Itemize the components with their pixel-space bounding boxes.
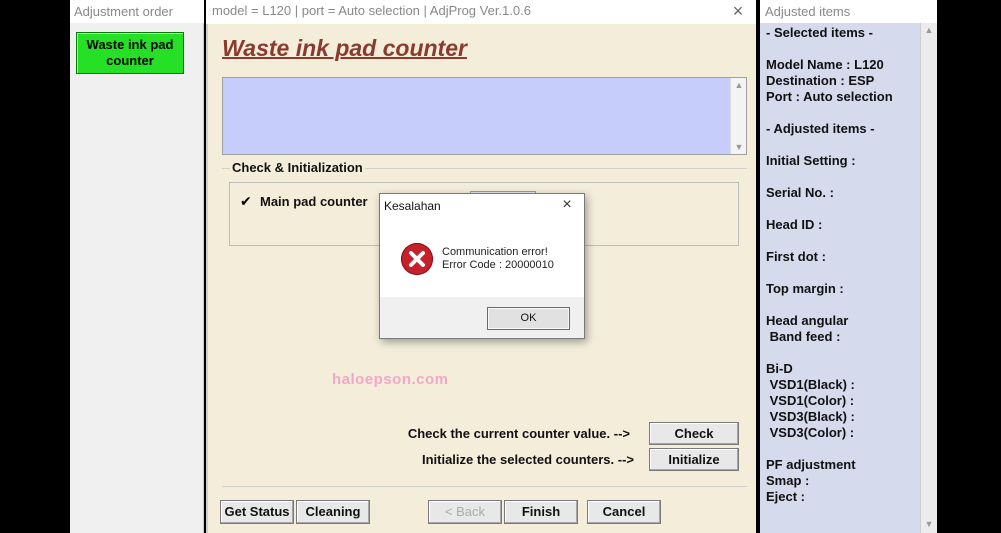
adjusted-line: - Selected items - bbox=[766, 25, 873, 40]
adjusted-line: Serial No. : bbox=[766, 185, 834, 200]
adjustment-item-waste-ink-pad[interactable]: Waste ink pad counter bbox=[76, 32, 184, 74]
info-display-box: ▲ ▼ bbox=[222, 77, 747, 155]
adjusted-items-scrollbar[interactable]: ▲ ▼ bbox=[920, 23, 937, 533]
error-dialog: Kesalahan × Communication error! Error C… bbox=[379, 193, 585, 339]
adjusted-line: VSD3(Color) : bbox=[766, 425, 855, 440]
adjusted-line: Top margin : bbox=[766, 281, 844, 296]
adjusted-line: Smap : bbox=[766, 473, 810, 488]
back-button[interactable]: < Back bbox=[428, 500, 502, 524]
adjusted-line: VSD1(Black) : bbox=[766, 377, 855, 392]
adjusted-line: VSD3(Black) : bbox=[766, 409, 855, 424]
scroll-up-icon[interactable]: ▲ bbox=[921, 23, 937, 37]
error-code: Error Code : 20000010 bbox=[442, 259, 554, 271]
adjusted-line: Eject : bbox=[766, 489, 806, 504]
adjusted-line: Model Name : L120 bbox=[766, 57, 884, 72]
info-scrollbar[interactable]: ▲ ▼ bbox=[730, 78, 746, 154]
adjusted-items-title: Adjusted items bbox=[760, 0, 937, 23]
error-message: Communication error! bbox=[442, 246, 548, 258]
main-close-icon[interactable]: × bbox=[728, 1, 748, 21]
adjusted-line: PF adjustment bbox=[766, 457, 856, 472]
adjusted-line: Port : Auto selection bbox=[766, 89, 893, 104]
adjusted-line: - Adjusted items - bbox=[766, 121, 875, 136]
dialog-title: Kesalahan bbox=[384, 199, 441, 213]
adjusted-items-list: - Selected items - Model Name : L120 Des… bbox=[760, 23, 920, 533]
adjusted-line: Head angular bbox=[766, 313, 849, 328]
adjusted-line: Initial Setting : bbox=[766, 153, 856, 168]
check-button[interactable]: Check bbox=[649, 422, 739, 445]
scroll-down-icon[interactable]: ▼ bbox=[921, 517, 937, 531]
adjustment-item-label-line1: Waste ink pad bbox=[86, 37, 174, 52]
dialog-close-icon[interactable]: × bbox=[558, 195, 576, 215]
adjustment-order-pane: Adjustment order Waste ink pad counter bbox=[70, 0, 204, 533]
main-pad-counter-checkbox[interactable]: ✔ bbox=[240, 194, 252, 208]
check-init-group-label: Check & Initialization bbox=[230, 160, 365, 175]
adjustment-order-list: Waste ink pad counter bbox=[70, 23, 204, 533]
ok-button[interactable]: OK bbox=[487, 307, 570, 330]
watermark-text: haloepson.com bbox=[332, 371, 449, 388]
initialize-description: Initialize the selected counters. --> bbox=[421, 452, 634, 467]
scroll-down-icon[interactable]: ▼ bbox=[731, 140, 747, 154]
adjustment-order-title: Adjustment order bbox=[70, 0, 204, 23]
adjustment-item-label-line2: counter bbox=[106, 53, 154, 68]
scroll-up-icon[interactable]: ▲ bbox=[731, 78, 747, 92]
adjusted-items-pane: Adjusted items - Selected items - Model … bbox=[760, 0, 937, 533]
get-status-button[interactable]: Get Status bbox=[220, 500, 294, 524]
main-pad-counter-label: Main pad counter bbox=[260, 194, 368, 209]
initialize-button[interactable]: Initialize bbox=[649, 448, 739, 471]
adjusted-line: First dot : bbox=[766, 249, 826, 264]
error-x-icon bbox=[401, 243, 433, 275]
main-titlebar-text: model = L120 | port = Auto selection | A… bbox=[212, 3, 531, 18]
main-titlebar: model = L120 | port = Auto selection | A… bbox=[206, 0, 756, 24]
cancel-button[interactable]: Cancel bbox=[587, 500, 661, 524]
finish-button[interactable]: Finish bbox=[504, 500, 578, 524]
adjusted-line: Bi-D bbox=[766, 361, 793, 376]
cleaning-button[interactable]: Cleaning bbox=[296, 500, 370, 524]
page-title: Waste ink pad counter bbox=[222, 35, 467, 61]
check-description: Check the current counter value. --> bbox=[407, 426, 630, 441]
bottom-divider bbox=[222, 486, 747, 487]
adjusted-line: Band feed : bbox=[766, 329, 841, 344]
dialog-footer: OK bbox=[380, 297, 584, 338]
adjusted-line: Head ID : bbox=[766, 217, 823, 232]
adjusted-line: Destination : ESP bbox=[766, 73, 875, 88]
adjusted-line: VSD1(Color) : bbox=[766, 393, 855, 408]
